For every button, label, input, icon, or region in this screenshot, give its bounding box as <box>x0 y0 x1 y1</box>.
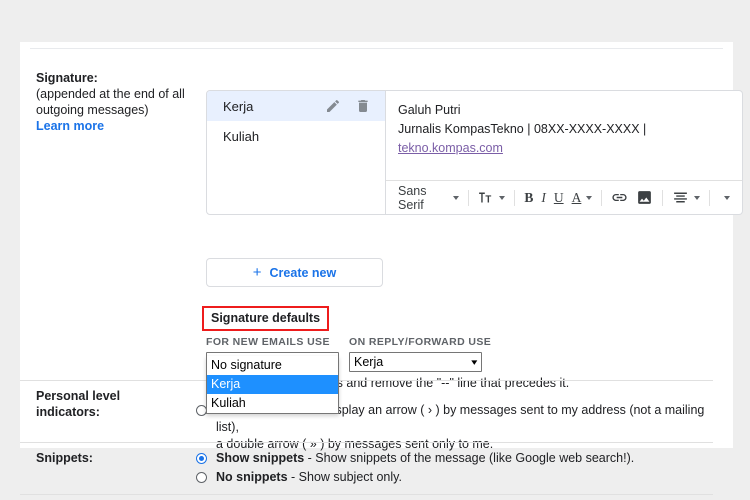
toolbar-divider <box>467 189 469 206</box>
signature-format-toolbar: Sans Serif B I U A <box>386 180 742 214</box>
on-reply-forward-value: Kerja <box>354 355 384 369</box>
option-show-indicators-rest2: a double arrow ( » ) by messages sent on… <box>216 437 494 451</box>
more-options-icon <box>723 195 730 200</box>
snippets-options: Show snippets - Show snippets of the mes… <box>196 450 716 488</box>
signature-label-block: Signature: (appended at the end of all o… <box>36 70 196 134</box>
italic-button[interactable]: I <box>537 185 550 211</box>
bold-button[interactable]: B <box>520 185 537 211</box>
chevron-down-icon <box>452 195 459 200</box>
plus-icon: + <box>252 264 262 281</box>
signature-label: Signature: <box>36 71 98 85</box>
signature-name: Kerja <box>223 98 254 114</box>
personal-level-label-line1: Personal level <box>36 389 121 403</box>
pencil-icon[interactable] <box>325 98 341 114</box>
chevron-down-icon <box>586 195 593 200</box>
for-new-emails-column: FOR NEW EMAILS USE No signature ▾ No sig… <box>206 336 351 414</box>
signature-learn-more-link[interactable]: Learn more <box>36 119 104 133</box>
option-show-snippets-bold: Show snippets <box>216 451 305 465</box>
row-divider-bottom <box>20 494 713 495</box>
text-color-button[interactable]: A <box>568 185 597 211</box>
create-new-signature-button[interactable]: + Create new <box>206 258 383 287</box>
personal-level-indicators-row: Personal level indicators: Show indicato… <box>30 388 723 451</box>
link-icon <box>612 193 627 202</box>
signature-editor-body[interactable]: Galuh Putri Jurnalis KompasTekno | 08XX-… <box>386 91 742 158</box>
signature-editor[interactable]: Galuh Putri Jurnalis KompasTekno | 08XX-… <box>386 90 743 215</box>
dropdown-option-no-signature[interactable]: No signature <box>207 356 338 375</box>
personal-level-label-line2: indicators: <box>36 405 100 419</box>
create-new-label: Create new <box>269 265 337 280</box>
snippets-label: Snippets: <box>36 451 93 465</box>
option-no-snippets[interactable]: No snippets - Show subject only. <box>196 469 716 486</box>
signature-editor-line-3: tekno.kompas.com <box>398 139 730 158</box>
option-show-snippets[interactable]: Show snippets - Show snippets of the mes… <box>196 450 716 467</box>
signature-sublabel-line2: outgoing messages) <box>36 103 149 117</box>
text-color-icon: A <box>571 189 582 205</box>
radio-show-snippets[interactable] <box>196 453 207 464</box>
row-divider-personal-level <box>20 380 713 381</box>
for-new-emails-header: FOR NEW EMAILS USE <box>206 336 330 348</box>
option-show-snippets-rest: - Show snippets of the message (like Goo… <box>304 451 635 465</box>
signature-list-item-kuliah[interactable]: Kuliah <box>207 121 385 151</box>
settings-panel: Signature: (appended at the end of all o… <box>20 42 743 495</box>
signature-defaults-title: Signature defaults <box>202 306 330 331</box>
image-icon <box>638 191 652 204</box>
toolbar-divider <box>601 189 603 206</box>
signature-name: Kuliah <box>223 128 260 144</box>
align-icon <box>674 192 687 203</box>
font-family-value: Sans Serif <box>398 183 427 212</box>
on-reply-forward-column: ON REPLY/FORWARD USE Kerja ▾ <box>349 336 494 372</box>
signature-sublabel-line1: (appended at the end of all <box>36 87 185 101</box>
option-no-snippets-bold: No snippets <box>216 470 288 484</box>
signature-editor-line-1: Galuh Putri <box>398 103 461 117</box>
signature-editor-line-2: Jurnalis KompasTekno | 08XX-XXXX-XXXX | <box>398 122 647 136</box>
align-button[interactable] <box>668 185 704 211</box>
signature-list[interactable]: Kerja Kuliah <box>206 90 386 215</box>
option-show-snippets-text: Show snippets - Show snippets of the mes… <box>216 450 634 467</box>
toolbar-divider <box>662 189 664 206</box>
personal-level-indicators-label: Personal level indicators: <box>36 388 196 420</box>
for-new-emails-dropdown-list[interactable]: No signature Kerja Kuliah <box>206 356 339 414</box>
font-family-selector[interactable]: Sans Serif <box>394 183 463 212</box>
trash-icon[interactable] <box>355 98 371 114</box>
more-options-button[interactable] <box>715 185 734 211</box>
signature-row: Signature: (appended at the end of all o… <box>30 62 743 414</box>
screenshot-root: Signature: (appended at the end of all o… <box>0 0 750 500</box>
signature-list-item-kerja[interactable]: Kerja <box>207 91 385 121</box>
signature-item-actions <box>325 98 377 114</box>
dropdown-option-kuliah[interactable]: Kuliah <box>207 394 338 413</box>
row-divider-snippets <box>20 442 713 443</box>
on-reply-forward-header: ON REPLY/FORWARD USE <box>349 336 492 348</box>
chevron-down-icon: ▾ <box>471 356 478 367</box>
option-no-snippets-rest: - Show subject only. <box>287 470 402 484</box>
underline-button[interactable]: U <box>550 185 568 211</box>
text-size-icon <box>479 192 492 203</box>
text-size-button[interactable] <box>473 185 509 211</box>
snippets-row: Snippets: Show snippets - Show snippets … <box>30 450 723 498</box>
option-no-snippets-text: No snippets - Show subject only. <box>216 469 402 486</box>
chevron-down-icon <box>694 195 701 200</box>
toolbar-divider <box>709 189 710 206</box>
on-reply-forward-select[interactable]: Kerja ▾ <box>349 352 482 372</box>
panel-top-divider <box>30 48 723 49</box>
insert-image-button[interactable] <box>632 185 657 211</box>
insert-link-button[interactable] <box>607 185 632 211</box>
dropdown-option-kerja[interactable]: Kerja <box>207 375 338 394</box>
signature-editor-link[interactable]: tekno.kompas.com <box>398 141 503 155</box>
chevron-down-icon <box>499 195 506 200</box>
radio-no-snippets[interactable] <box>196 472 207 483</box>
toolbar-divider <box>514 189 516 206</box>
